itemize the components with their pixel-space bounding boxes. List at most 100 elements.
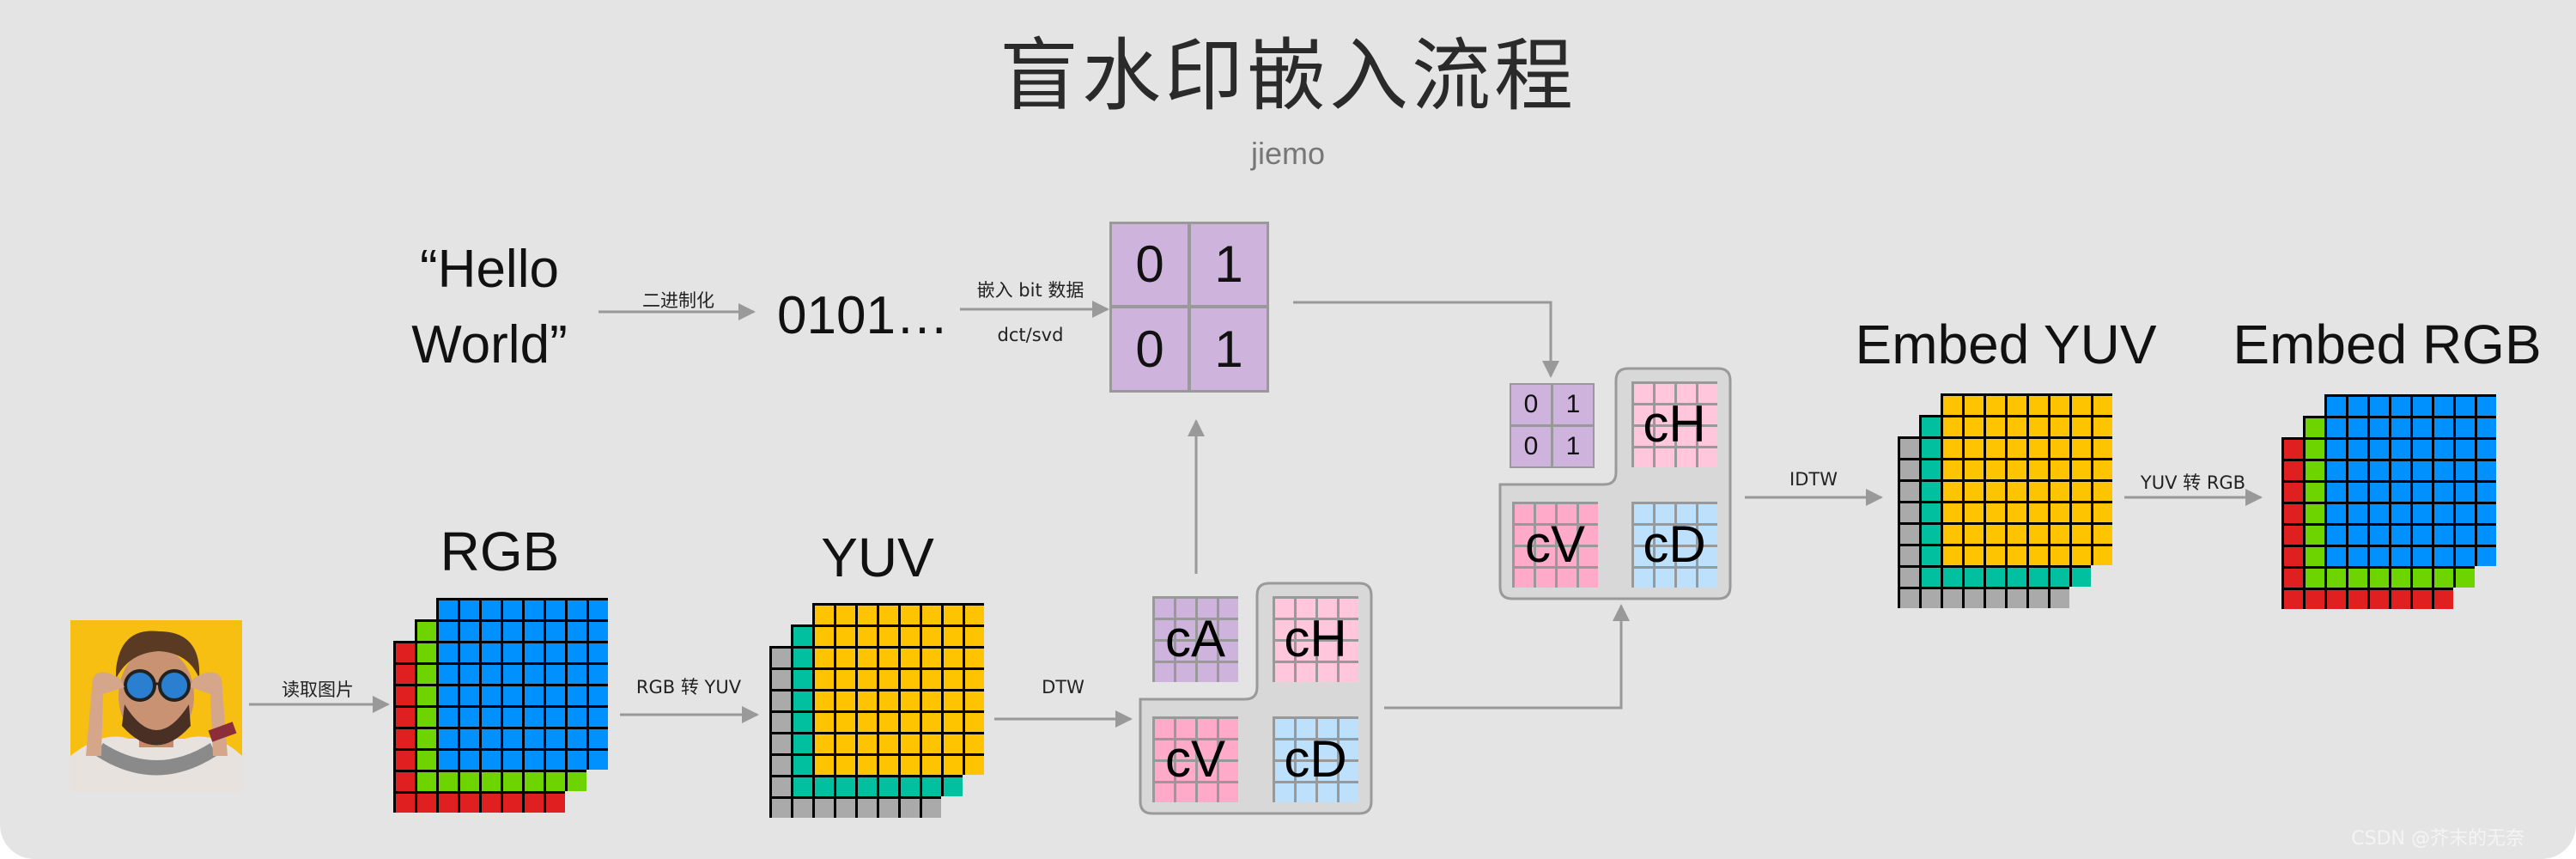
embed-rgb-stack-layer-3-cell: [2477, 397, 2496, 416]
embed-yuv-stack-layer-3-cell: [2072, 546, 2091, 565]
rgb-stack-layer-3-cell: [568, 643, 586, 662]
embed-rgb-stack-layer-3-cell: [2477, 440, 2496, 459]
rgb-stack-layer-3-cell: [589, 751, 608, 770]
embed-yuv-stack-layer-3-cell: [1943, 482, 1962, 501]
embed-rgb-stack-layer-3-cell: [2348, 418, 2367, 437]
embed-yuv-stack-layer-3-cell: [2072, 439, 2091, 458]
rgb-stack-layer-3-cell: [503, 643, 522, 662]
embed-rgb-stack-layer-2-cell: [2306, 483, 2324, 502]
yuv-stack-layer-3-cell: [879, 734, 898, 753]
embed-rgb-stack-layer-3-cell: [2391, 397, 2410, 416]
yuv-stack-layer-3-cell: [815, 606, 834, 624]
rgb-stack-layer-2-cell: [482, 772, 501, 791]
ca-grid-cell: [1219, 642, 1238, 661]
embed-rgb-stack-layer-2-cell: [2306, 526, 2324, 545]
rgb-stack-layer-2-cell: [417, 665, 436, 684]
embed-yuv-stack-layer-3-cell: [1965, 525, 1984, 544]
embed-yuv-stack-layer-3-cell: [2029, 396, 2048, 415]
yuv-stack-layer-3-cell: [836, 691, 855, 710]
cv-grid-cell: [1155, 740, 1174, 759]
rgb-stack-layer-2-cell: [417, 708, 436, 727]
embed-rgb-stack-layer-3-cell: [2456, 397, 2475, 416]
ch-grid-cell: [1340, 620, 1358, 639]
embed-rgb-stack-layer-3-cell: [2327, 461, 2346, 480]
rgb-stack-layer-3-cell: [439, 622, 458, 641]
rgb-stack-layer-1-cell: [482, 794, 501, 813]
yuv-stack-layer-1-cell: [901, 799, 920, 818]
bit-cell: 1: [1191, 224, 1267, 305]
embed-yuv-stack-layer-3-cell: [2072, 503, 2091, 522]
bit-matrix: 0 1 0 1: [1109, 222, 1269, 393]
rgb-stack-layer-3-cell: [503, 751, 522, 770]
cv-grid-cell: [1176, 740, 1195, 759]
yuv-stack-layer-1-cell: [815, 799, 834, 818]
ca-grid: [1152, 596, 1238, 682]
rgb-stack-layer-3-cell: [546, 729, 565, 748]
embed-yuv-stack-layer-1-cell: [1900, 525, 1919, 544]
ch-grid: [1273, 596, 1358, 682]
rgb-stack-layer-3-cell: [460, 622, 479, 641]
rgb-stack-layer-1-cell: [396, 729, 415, 748]
yuv-stack-layer-3-cell: [879, 649, 898, 667]
ch-grid-cell: [1340, 663, 1358, 682]
embed-yuv-stack-layer-3-cell: [2050, 417, 2069, 436]
cd-grid-cell: [1275, 783, 1294, 802]
rgb-stack-layer-1-cell: [460, 794, 479, 813]
cd-grid-cell: [1275, 719, 1294, 738]
embed-rgb-stack-layer-3-cell: [2348, 440, 2367, 459]
ch-grid-cell: [1318, 620, 1337, 639]
cv-grid-embed-cell: [1558, 547, 1577, 566]
embed-yuv-stack-layer-1-cell: [1900, 482, 1919, 501]
cv-grid-cell: [1155, 719, 1174, 738]
cd-grid-embed-cell: [1698, 504, 1717, 523]
embed-rgb-stack-layer-3-cell: [2370, 547, 2389, 566]
cd-grid-embed-cell: [1677, 504, 1696, 523]
ch-grid-embed-cell: [1656, 384, 1674, 403]
rgb-stack: [393, 598, 608, 813]
rgb-stack-layer-3-cell: [439, 708, 458, 727]
rgb-stack-layer-3-cell: [525, 622, 544, 641]
yuv-stack-layer-3-cell: [836, 670, 855, 689]
ch-grid-embed-cell: [1698, 448, 1717, 467]
embed-yuv-stack-layer-1-cell: [1900, 589, 1919, 608]
rgb-stack-layer-3-cell: [503, 708, 522, 727]
embed-yuv-stack-layer-2-cell: [1922, 546, 1941, 565]
ca-grid-cell: [1155, 642, 1174, 661]
ch-grid-cell: [1340, 642, 1358, 661]
label-read-image: 读取图片: [282, 679, 354, 700]
rgb-stack-layer-3-cell: [525, 686, 544, 705]
yuv-stack-layer-3-cell: [922, 649, 941, 667]
ch-grid-embed-cell: [1634, 448, 1653, 467]
embed-rgb-stack-layer-3-cell: [2327, 526, 2346, 545]
yuv-stack-layer-2-cell: [793, 777, 812, 796]
embed-rgb-stack-layer-3-cell: [2456, 504, 2475, 523]
rgb-stack-layer-3-cell: [503, 665, 522, 684]
rgb-stack-layer-3-cell: [482, 751, 501, 770]
ch-grid-cell: [1297, 642, 1315, 661]
diagram-canvas: 盲水印嵌入流程 jiemo “Hello World” 0101… 二进制化 嵌…: [0, 0, 2576, 859]
embed-rgb-stack-layer-3-cell: [2348, 547, 2367, 566]
cv-grid-cell: [1219, 719, 1238, 738]
cd-grid-cell: [1297, 783, 1315, 802]
rgb-stack-layer-3-cell: [546, 600, 565, 619]
embed-rgb-stack-layer-3-cell: [2348, 504, 2367, 523]
embed-rgb-stack-layer-3-cell: [2477, 504, 2496, 523]
embed-rgb-stack-layer-1-cell: [2348, 590, 2367, 609]
embed-yuv-stack-layer-3-cell: [2072, 525, 2091, 544]
embed-yuv-stack-layer-3-cell: [2029, 482, 2048, 501]
rgb-stack-layer-2-cell: [503, 772, 522, 791]
cd-grid-embed-cell: [1656, 504, 1674, 523]
embed-rgb-stack-layer-3-cell: [2456, 547, 2475, 566]
rgb-stack-layer-3-cell: [546, 643, 565, 662]
yuv-stack-layer-1-cell: [922, 799, 941, 818]
embed-rgb-stack-layer-1-cell: [2284, 569, 2303, 588]
rgb-stack-layer-1-cell: [396, 643, 415, 662]
embed-rgb-stack-layer-3-cell: [2434, 547, 2453, 566]
rgb-stack-layer-2-cell: [439, 772, 458, 791]
embed-rgb-stack-layer-3-cell: [2370, 418, 2389, 437]
sunglasses-right: [158, 669, 191, 702]
yuv-stack-layer-1-cell: [772, 649, 791, 667]
yuv-stack-layer-3-cell: [922, 606, 941, 624]
rgb-stack-layer-1-cell: [396, 794, 415, 813]
rgb-stack-layer-1-cell: [396, 708, 415, 727]
